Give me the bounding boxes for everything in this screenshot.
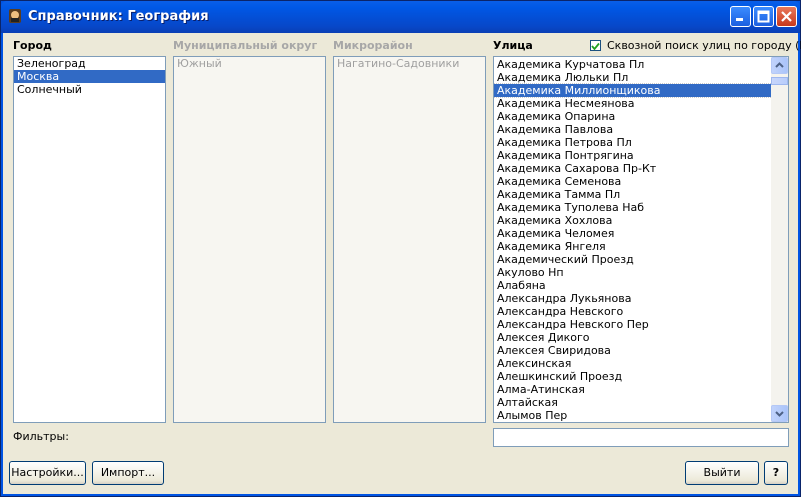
list-item[interactable]: Академика Курчатова Пл xyxy=(494,58,772,71)
microdistrict-label: Микрорайон xyxy=(333,39,413,52)
list-item[interactable]: Алексинская xyxy=(494,357,772,370)
list-item[interactable]: Алешкинский Проезд xyxy=(494,370,772,383)
list-item[interactable]: Солнечный xyxy=(14,83,165,96)
list-item[interactable]: Алымов Пер xyxy=(494,409,772,422)
list-item[interactable]: Алексея Дикого xyxy=(494,331,772,344)
app-icon xyxy=(9,9,21,23)
maximize-button[interactable] xyxy=(753,6,774,27)
city-list[interactable]: Зеленоград Москва Солнечный xyxy=(13,56,166,423)
arrow-down-icon xyxy=(775,411,784,417)
exit-button[interactable]: Выйти xyxy=(685,461,759,485)
list-item[interactable]: Зеленоград xyxy=(14,57,165,70)
help-button[interactable]: ? xyxy=(764,461,788,485)
list-item[interactable]: Южный xyxy=(174,57,325,70)
list-item[interactable]: Академика Миллионщикова xyxy=(494,83,773,98)
street-items: Академика Курчатова Пл Академика Люльки П… xyxy=(494,58,773,422)
settings-button[interactable]: Настройки... xyxy=(9,461,86,485)
filters-label: Фильтры: xyxy=(13,430,69,443)
window-title: Справочник: География xyxy=(28,9,209,24)
list-item[interactable]: Александра Невского xyxy=(494,305,772,318)
scroll-down-button[interactable] xyxy=(771,405,788,422)
microdistrict-list[interactable]: Нагатино-Садовники xyxy=(333,56,486,423)
scroll-thumb[interactable] xyxy=(771,77,788,85)
list-item[interactable]: Академика Петрова Пл xyxy=(494,136,772,149)
import-button[interactable]: Импорт... xyxy=(92,461,164,485)
cross-search-label[interactable]: Сквозной поиск улиц по городу (F3) xyxy=(607,39,801,52)
list-item[interactable]: Академика Челомея xyxy=(494,227,772,240)
cross-search-checkbox[interactable] xyxy=(590,40,601,51)
district-label: Муниципальный округ xyxy=(173,39,318,52)
scroll-up-button[interactable] xyxy=(771,57,788,74)
street-list[interactable]: Академика Курчатова Пл Академика Люльки П… xyxy=(493,56,789,423)
list-item[interactable]: Алтайская xyxy=(494,396,772,409)
filter-input[interactable] xyxy=(493,428,789,447)
list-item[interactable]: Академика Люльки Пл xyxy=(494,71,772,84)
maximize-icon xyxy=(757,10,770,23)
city-label: Город xyxy=(13,39,52,52)
list-item[interactable]: Академика Понтрягина xyxy=(494,149,772,162)
list-item[interactable]: Академический Проезд xyxy=(494,253,772,266)
minimize-icon xyxy=(736,18,743,21)
close-icon xyxy=(781,11,792,22)
list-item[interactable]: Академика Опарина xyxy=(494,110,772,123)
checkmark-icon xyxy=(591,42,600,51)
list-item[interactable]: Акулово Нп xyxy=(494,266,772,279)
list-item[interactable]: Алма-Атинская xyxy=(494,383,772,396)
list-item[interactable]: Нагатино-Садовники xyxy=(334,57,485,70)
list-item[interactable]: Академика Сахарова Пр-Кт xyxy=(494,162,772,175)
list-item[interactable]: Академика Несмеянова xyxy=(494,97,772,110)
list-item[interactable]: Академика Семенова xyxy=(494,175,772,188)
list-item[interactable]: Алексея Свиридова xyxy=(494,344,772,357)
list-item[interactable]: Алабяна xyxy=(494,279,772,292)
list-item[interactable]: Москва xyxy=(14,70,165,83)
list-item[interactable]: Александра Лукьянова xyxy=(494,292,772,305)
street-scrollbar[interactable] xyxy=(771,57,788,422)
list-item[interactable]: Александра Невского Пер xyxy=(494,318,772,331)
list-item[interactable]: Академика Павлова xyxy=(494,123,772,136)
close-button[interactable] xyxy=(776,6,797,27)
minimize-button[interactable] xyxy=(730,6,751,27)
district-list[interactable]: Южный xyxy=(173,56,326,423)
list-item[interactable]: Академика Хохлова xyxy=(494,214,772,227)
list-item[interactable]: Академика Тамма Пл xyxy=(494,188,772,201)
street-label: Улица xyxy=(493,39,533,52)
title-bar[interactable]: Справочник: География xyxy=(1,1,800,33)
arrow-up-icon xyxy=(775,62,784,68)
list-item[interactable]: Академика Янгеля xyxy=(494,240,772,253)
list-item[interactable]: Академика Туполева Наб xyxy=(494,201,772,214)
reference-window: Справочник: География Город Зеленоград М… xyxy=(0,0,801,497)
